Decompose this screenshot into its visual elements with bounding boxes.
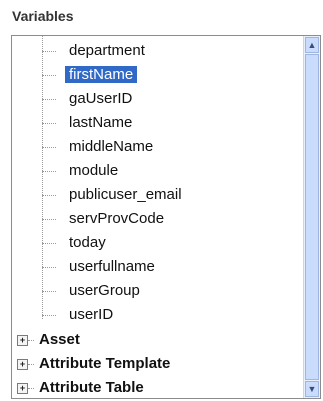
tree-item-usergroup[interactable]: userGroup <box>37 279 144 303</box>
tree-item-publicuser-email[interactable]: publicuser_email <box>37 183 186 207</box>
tree-folder-asset[interactable]: + Asset <box>15 328 80 352</box>
chevron-up-icon[interactable]: ▲ <box>305 37 319 53</box>
tree-item-label: userfullname <box>69 258 155 275</box>
scrollbar-thumb[interactable] <box>305 54 319 380</box>
tree-item-label: userID <box>69 306 114 323</box>
tree-item-label: today <box>69 234 106 251</box>
tree-item-label: servProvCode <box>69 210 165 227</box>
tree-item-module[interactable]: module <box>37 159 122 183</box>
tree-folder-attribute-template[interactable]: + Attribute Template <box>15 352 170 376</box>
tree-branch-line <box>28 340 34 341</box>
expand-plus-icon[interactable]: + <box>17 383 28 394</box>
tree-item-today[interactable]: today <box>37 231 110 255</box>
tree-branch-line <box>28 364 34 365</box>
tree-item-label: middleName <box>69 138 154 155</box>
tree-item-gauserid[interactable]: gaUserID <box>37 87 136 111</box>
panel-title: Variables <box>12 8 74 24</box>
tree-folder-label: Attribute Table <box>39 379 144 396</box>
chevron-down-icon[interactable]: ▼ <box>305 381 319 397</box>
tree-item-label: firstName <box>65 66 138 83</box>
tree-folder-label: Asset <box>39 331 80 348</box>
tree-item-label: department <box>69 42 145 59</box>
variables-panel: Variables department firstName gaUserID … <box>0 0 323 401</box>
tree-folder-label: Attribute Template <box>39 355 171 372</box>
tree-branch-line <box>28 388 34 389</box>
tree-item-label: publicuser_email <box>69 186 182 203</box>
tree-item-label: userGroup <box>69 282 140 299</box>
vertical-scrollbar[interactable]: ▲ ▼ <box>303 36 320 398</box>
tree-item-label: module <box>69 162 119 179</box>
tree-item-label: gaUserID <box>69 90 133 107</box>
tree-item-userid[interactable]: userID <box>37 303 117 327</box>
expand-plus-icon[interactable]: + <box>17 335 28 346</box>
expand-plus-icon[interactable]: + <box>17 359 28 370</box>
tree-item-label: lastName <box>69 114 133 131</box>
tree-folder-attribute-table[interactable]: + Attribute Table <box>15 376 144 398</box>
tree-item-firstname[interactable]: firstName <box>37 63 138 87</box>
tree-item-lastname[interactable]: lastName <box>37 111 136 135</box>
tree-item-department[interactable]: department <box>37 39 149 63</box>
tree-content: department firstName gaUserID lastName m… <box>12 36 303 398</box>
variables-tree[interactable]: department firstName gaUserID lastName m… <box>11 35 321 399</box>
tree-item-middlename[interactable]: middleName <box>37 135 157 159</box>
tree-item-servprovcode[interactable]: servProvCode <box>37 207 168 231</box>
tree-item-userfullname[interactable]: userfullname <box>37 255 159 279</box>
